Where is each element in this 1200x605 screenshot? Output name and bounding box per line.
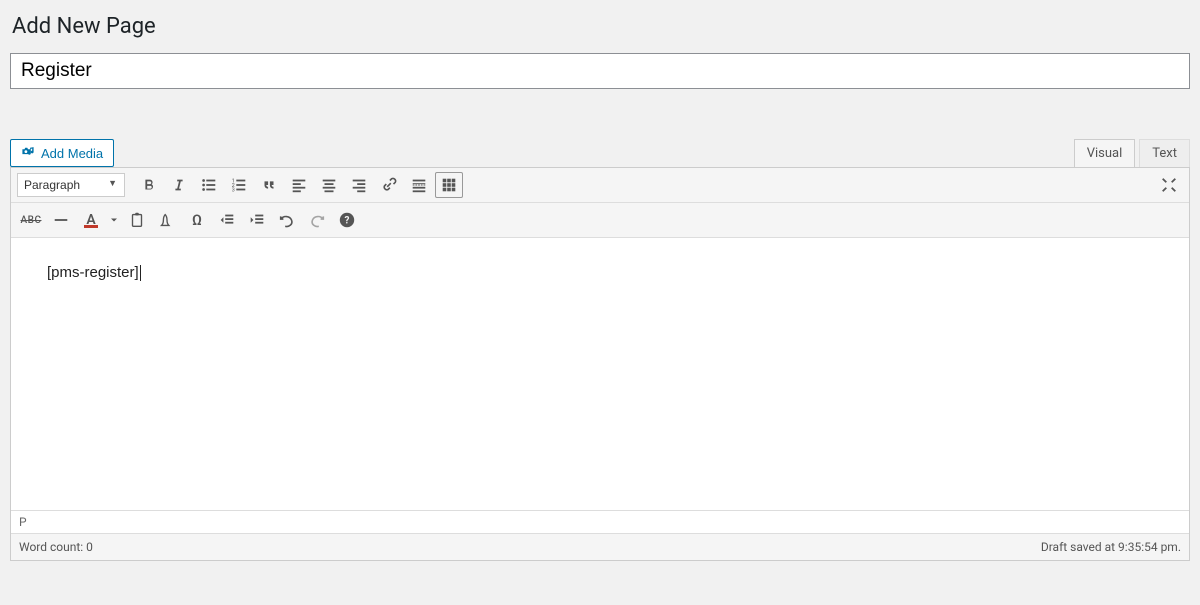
paragraph-format-select[interactable]: Paragraph (17, 173, 125, 197)
editor-box: Paragraph 123 (10, 167, 1190, 561)
help-icon: ? (338, 211, 356, 229)
fullscreen-icon (1160, 176, 1178, 194)
blockquote-button[interactable] (255, 172, 283, 198)
unordered-list-button[interactable] (195, 172, 223, 198)
ordered-list-icon: 123 (230, 176, 248, 194)
strikethrough-button[interactable]: ABC (17, 207, 45, 233)
paste-clipboard-icon (128, 211, 146, 229)
tab-visual[interactable]: Visual (1074, 139, 1136, 167)
align-right-icon (350, 176, 368, 194)
toolbar-row-2: ABC A Ω (11, 203, 1189, 238)
align-left-icon (290, 176, 308, 194)
toolbar-toggle-button[interactable] (435, 172, 463, 198)
format-select-wrap: Paragraph (17, 173, 125, 197)
redo-icon (308, 211, 326, 229)
indent-icon (248, 211, 266, 229)
toolbar-toggle-icon (440, 176, 458, 194)
read-more-button[interactable] (405, 172, 433, 198)
add-media-button[interactable]: Add Media (10, 139, 114, 167)
align-center-button[interactable] (315, 172, 343, 198)
outdent-icon (218, 211, 236, 229)
add-media-label: Add Media (41, 146, 103, 161)
draft-saved-label: Draft saved at 9:35:54 pm. (1041, 540, 1181, 554)
status-bar: Word count: 0 Draft saved at 9:35:54 pm. (11, 533, 1189, 560)
svg-text:?: ? (345, 216, 350, 227)
align-center-icon (320, 176, 338, 194)
page-title-input[interactable] (10, 53, 1190, 89)
toolbar-row-1: Paragraph 123 (11, 168, 1189, 203)
strikethrough-icon: ABC (21, 215, 42, 226)
word-count-label: Word count: 0 (19, 540, 93, 554)
help-button[interactable]: ? (333, 207, 361, 233)
text-color-button[interactable]: A (77, 207, 105, 233)
italic-button[interactable] (165, 172, 193, 198)
read-more-icon (410, 176, 428, 194)
text-cursor (140, 265, 141, 281)
special-character-button[interactable]: Ω (183, 207, 211, 233)
tab-text[interactable]: Text (1139, 139, 1190, 167)
outdent-button[interactable] (213, 207, 241, 233)
page-title: Add New Page (12, 14, 1190, 39)
element-path-bar[interactable]: P (11, 510, 1189, 533)
ordered-list-button[interactable]: 123 (225, 172, 253, 198)
italic-icon (170, 176, 188, 194)
text-color-dropdown-button[interactable] (107, 207, 121, 233)
align-right-button[interactable] (345, 172, 373, 198)
quote-icon (260, 176, 278, 194)
undo-icon (278, 211, 296, 229)
horizontal-rule-icon (52, 211, 70, 229)
paste-text-button[interactable] (123, 207, 151, 233)
clear-formatting-button[interactable] (153, 207, 181, 233)
chevron-down-icon (109, 215, 119, 225)
svg-text:3: 3 (232, 187, 235, 193)
indent-button[interactable] (243, 207, 271, 233)
undo-button[interactable] (273, 207, 301, 233)
horizontal-rule-button[interactable] (47, 207, 75, 233)
link-icon (380, 176, 398, 194)
unordered-list-icon (200, 176, 218, 194)
clear-formatting-icon (158, 211, 176, 229)
editor-tabs: Visual Text (1074, 139, 1190, 167)
link-button[interactable] (375, 172, 403, 198)
distraction-free-button[interactable] (1155, 172, 1183, 198)
align-left-button[interactable] (285, 172, 313, 198)
special-char-icon: Ω (192, 211, 202, 229)
camera-music-icon (21, 145, 35, 162)
bold-button[interactable] (135, 172, 163, 198)
editor-content-area[interactable]: [pms-register] (11, 238, 1189, 510)
redo-button[interactable] (303, 207, 331, 233)
editor-content-text: [pms-register] (47, 264, 139, 281)
bold-icon (140, 176, 158, 194)
